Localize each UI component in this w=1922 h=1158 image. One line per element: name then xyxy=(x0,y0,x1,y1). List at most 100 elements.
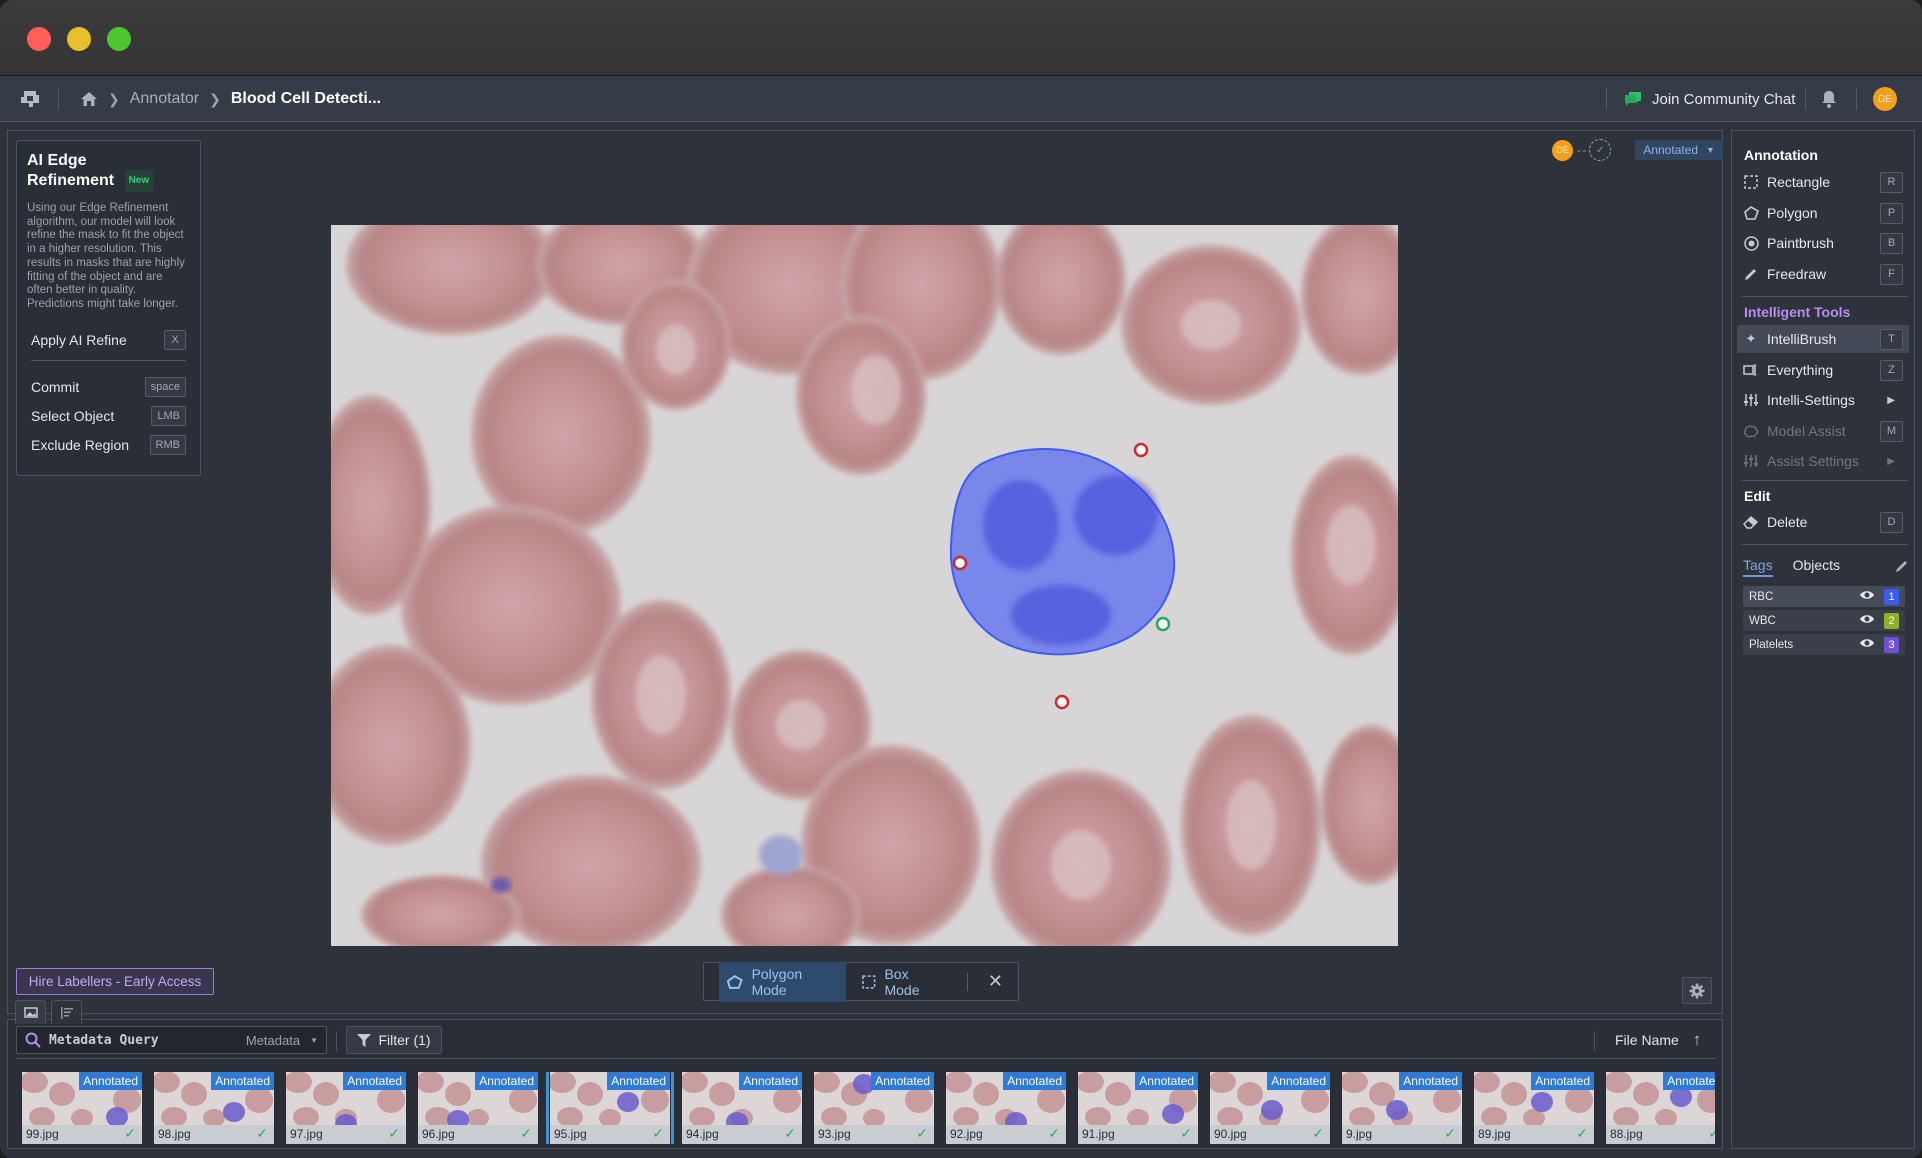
app-logo-icon[interactable] xyxy=(19,89,41,109)
eye-icon[interactable] xyxy=(1859,614,1875,627)
image-status-area: DE - - ✓ Annotated ▼ xyxy=(1552,139,1723,161)
thumbnail[interactable]: Annotated 99.jpg ✓ xyxy=(22,1072,142,1144)
sort-control[interactable]: File Name ↑ xyxy=(1595,1026,1701,1054)
shortcut-exclude-region: Exclude Region RMB xyxy=(27,434,190,455)
bell-icon[interactable] xyxy=(1820,89,1838,109)
edit-heading: Edit xyxy=(1744,488,1771,504)
thumbnail[interactable]: Annotated 91.jpg ✓ xyxy=(1078,1072,1198,1144)
check-icon: ✓ xyxy=(652,1125,664,1141)
tool-paintbrush[interactable]: Paintbrush B xyxy=(1737,229,1909,257)
caret-down-icon: ▼ xyxy=(1706,145,1715,155)
paintbrush-icon xyxy=(1743,235,1759,251)
eye-icon[interactable] xyxy=(1859,638,1875,651)
minimize-window-button[interactable] xyxy=(67,27,91,51)
apply-ai-refine-button[interactable]: Apply AI Refine X xyxy=(27,329,190,350)
positive-point[interactable] xyxy=(1155,616,1171,632)
shortcut-key: M xyxy=(1880,420,1903,442)
thumbnail[interactable]: Annotated 98.jpg ✓ xyxy=(154,1072,274,1144)
thumbnail-status-badge: Annotated xyxy=(1003,1072,1066,1090)
top-nav: ❯ Annotator ❯ Blood Cell Detecti... Join… xyxy=(0,76,1922,122)
community-chat-link[interactable]: Join Community Chat xyxy=(1624,76,1795,122)
search-icon xyxy=(25,1032,41,1048)
thumbnail-status-badge: Annotated xyxy=(1531,1072,1594,1090)
assignee-avatar[interactable]: DE xyxy=(1552,139,1573,161)
thumbnail[interactable]: Annotated 94.jpg ✓ xyxy=(682,1072,802,1144)
thumbnail[interactable]: Annotated 92.jpg ✓ xyxy=(946,1072,1066,1144)
edit-classes-icon[interactable] xyxy=(1895,559,1909,576)
divider xyxy=(1742,296,1908,297)
gear-icon xyxy=(1689,983,1705,998)
brain-icon xyxy=(1743,423,1759,439)
tab-objects[interactable]: Objects xyxy=(1793,557,1840,577)
thumbnail-filename: 93.jpg xyxy=(818,1127,851,1141)
search-scope-dropdown[interactable]: Metadata ▼ xyxy=(246,1033,318,1048)
class-hotkey: 3 xyxy=(1884,636,1899,653)
class-row-rbc[interactable]: RBC 1 xyxy=(1743,586,1905,607)
box-mode-button[interactable]: Box Mode xyxy=(854,962,953,1002)
list-view-tab[interactable] xyxy=(51,1000,82,1024)
list-icon xyxy=(60,1006,73,1019)
tool-delete[interactable]: Delete D xyxy=(1737,508,1909,536)
shortcut-key: X xyxy=(164,329,186,350)
chat-bubbles-icon xyxy=(1625,92,1641,106)
close-icon[interactable]: ✕ xyxy=(988,971,1003,992)
class-row-wbc[interactable]: WBC 2 xyxy=(1743,610,1905,631)
divider xyxy=(16,1058,1716,1059)
status-dropdown[interactable]: Annotated ▼ xyxy=(1635,140,1723,160)
tab-tags[interactable]: Tags xyxy=(1743,557,1773,577)
rectangle-icon xyxy=(1743,174,1759,190)
app-window: ❯ Annotator ❯ Blood Cell Detecti... Join… xyxy=(0,0,1922,1158)
breadcrumb-annotator[interactable]: Annotator xyxy=(130,90,199,108)
nav-divider xyxy=(1606,88,1607,110)
check-circle-icon[interactable]: ✓ xyxy=(1589,139,1612,161)
tool-intellibrush[interactable]: ✦ IntelliBrush T xyxy=(1737,325,1909,353)
sliders-icon xyxy=(1743,453,1759,469)
shortcut-key: LMB xyxy=(151,405,186,426)
tool-everything[interactable]: Everything Z xyxy=(1737,356,1909,384)
filter-button[interactable]: Filter (1) xyxy=(346,1026,442,1054)
hire-labellers-button[interactable]: Hire Labellers - Early Access xyxy=(16,968,214,995)
thumbnail-status-badge: Annotated xyxy=(1267,1072,1330,1090)
grid-view-tab[interactable] xyxy=(15,1000,46,1024)
check-icon: ✓ xyxy=(1708,1125,1715,1141)
thumbnail[interactable]: Annotated 95.jpg ✓ xyxy=(546,1072,674,1144)
thumbnail[interactable]: Annotated 89.jpg ✓ xyxy=(1474,1072,1594,1144)
thumbnail-status-badge: Annotated xyxy=(475,1072,538,1090)
metadata-search-input[interactable]: Metadata Query Metadata ▼ xyxy=(16,1026,327,1054)
maximize-window-button[interactable] xyxy=(107,27,131,51)
user-avatar[interactable]: DE xyxy=(1873,87,1897,111)
close-window-button[interactable] xyxy=(27,27,51,51)
thumbnail[interactable]: Annotated 97.jpg ✓ xyxy=(286,1072,406,1144)
tool-assist-settings[interactable]: Assist Settings ▶ xyxy=(1737,447,1909,475)
chevron-right-icon: ▶ xyxy=(1887,394,1895,406)
check-icon: ✓ xyxy=(256,1125,268,1141)
thumbnail-strip[interactable]: Annotated 99.jpg ✓ Annotated 98.jpg ✓ Annotate… xyxy=(22,1072,1715,1144)
shortcut-key: space xyxy=(144,376,186,397)
sort-ascending-icon[interactable]: ↑ xyxy=(1693,1030,1702,1050)
polygon-mode-button[interactable]: Polygon Mode xyxy=(719,961,846,1002)
negative-point[interactable] xyxy=(1054,694,1070,710)
thumbnail-filename: 91.jpg xyxy=(1082,1127,1115,1141)
thumbnail-filename: 92.jpg xyxy=(950,1127,983,1141)
shortcut-commit: Commit space xyxy=(27,376,190,397)
tool-polygon[interactable]: Polygon P xyxy=(1737,199,1909,227)
shortcut-key: B xyxy=(1880,232,1903,254)
tool-intelli-settings[interactable]: Intelli-Settings ▶ xyxy=(1737,386,1909,414)
tool-freedraw[interactable]: Freedraw F xyxy=(1737,260,1909,288)
canvas-settings-button[interactable] xyxy=(1682,977,1712,1004)
class-row-platelets[interactable]: Platelets 3 xyxy=(1743,634,1905,655)
eye-icon[interactable] xyxy=(1859,590,1875,603)
thumbnail[interactable]: Annotated 96.jpg ✓ xyxy=(418,1072,538,1144)
chevron-right-icon: ▶ xyxy=(1887,455,1895,467)
annotation-canvas-image[interactable] xyxy=(331,225,1398,946)
thumbnail-filename: 9.jpg xyxy=(1346,1127,1373,1141)
tool-model-assist[interactable]: Model Assist M xyxy=(1737,417,1909,445)
negative-point[interactable] xyxy=(1133,442,1149,458)
thumbnail[interactable]: Annotated 90.jpg ✓ xyxy=(1210,1072,1330,1144)
home-icon[interactable] xyxy=(80,90,98,108)
thumbnail[interactable]: Annotated 88.jpg ✓ xyxy=(1606,1072,1715,1144)
thumbnail[interactable]: Annotated 93.jpg ✓ xyxy=(814,1072,934,1144)
thumbnail[interactable]: Annotated 9.jpg ✓ xyxy=(1342,1072,1462,1144)
negative-point[interactable] xyxy=(952,555,968,571)
tool-rectangle[interactable]: Rectangle R xyxy=(1737,168,1909,196)
